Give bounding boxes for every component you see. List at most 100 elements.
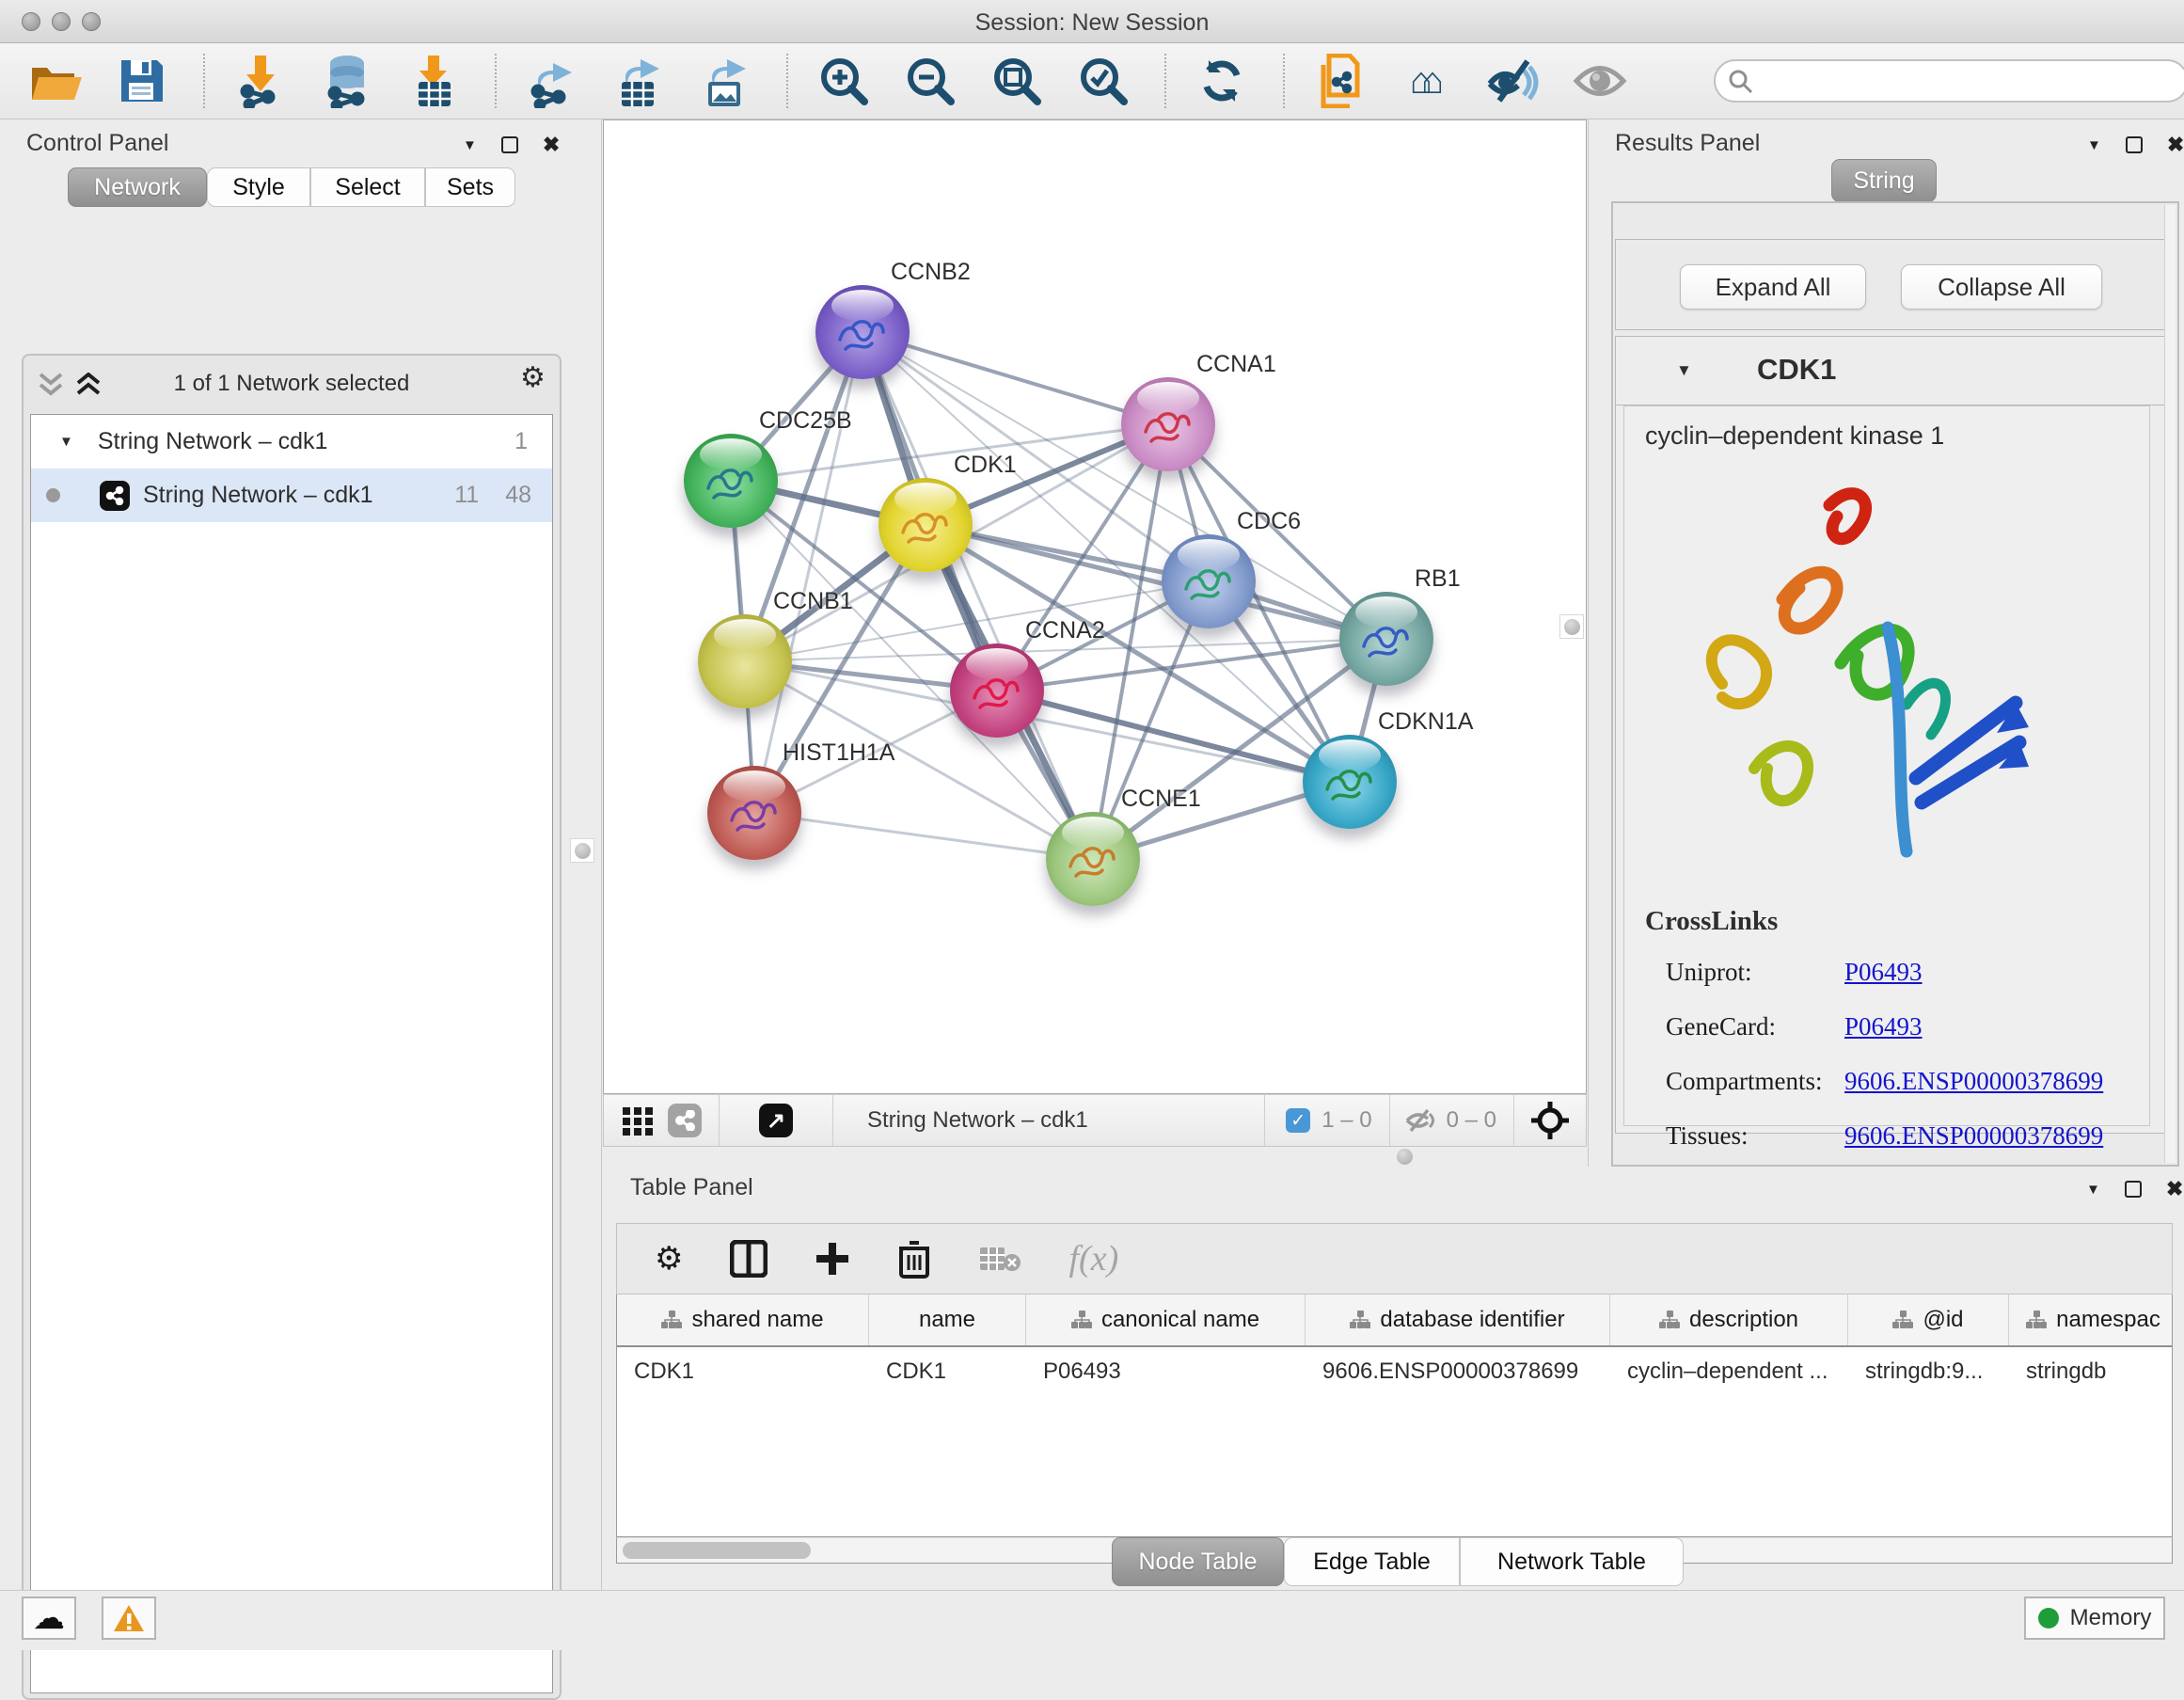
zoom-selected-icon[interactable] — [1074, 52, 1132, 110]
refresh-icon[interactable] — [1193, 52, 1251, 110]
table-cell[interactable]: P06493 — [1026, 1358, 1306, 1385]
show-graphics-details-icon[interactable] — [1571, 52, 1629, 110]
import-table-icon[interactable] — [404, 52, 463, 110]
column-header-canonical-name[interactable]: canonical name — [1026, 1295, 1306, 1345]
network-tree-root-row[interactable]: ▼ String Network – cdk1 1 — [31, 415, 552, 469]
right-splitter-handle[interactable] — [1559, 614, 1584, 639]
delete-table-icon[interactable] — [978, 1244, 1021, 1274]
tab-select[interactable]: Select — [310, 167, 425, 207]
collapse-all-button[interactable]: Collapse All — [1901, 264, 2102, 310]
entry-collapse-caret-icon[interactable]: ▼ — [1676, 361, 1692, 380]
crosslink-link[interactable]: 9606.ENSP00000378699 — [1844, 1067, 2103, 1096]
column-header-description[interactable]: description — [1610, 1295, 1848, 1345]
protein-structure-image — [1670, 468, 2065, 900]
import-network-from-database-icon[interactable] — [318, 52, 376, 110]
column-header-database-identifier[interactable]: database identifier — [1306, 1295, 1610, 1345]
hide-unhide-icon[interactable] — [1484, 52, 1543, 110]
export-table-icon[interactable] — [609, 52, 668, 110]
network-tree-child-row[interactable]: String Network – cdk1 11 48 — [31, 469, 552, 522]
save-session-icon[interactable] — [113, 52, 171, 110]
tree-expand-caret-icon[interactable]: ▼ — [59, 434, 73, 450]
table-cell[interactable]: 9606.ENSP00000378699 — [1306, 1358, 1610, 1385]
panel-menu-icon[interactable]: ▼ — [2086, 1182, 2100, 1198]
panel-close-icon[interactable]: ✖ — [2167, 133, 2184, 157]
panel-menu-icon[interactable]: ▼ — [2087, 137, 2101, 153]
panel-float-icon[interactable] — [2126, 136, 2143, 153]
horizontal-splitter-handle[interactable] — [1392, 1144, 1416, 1168]
column-header-name[interactable]: name — [869, 1295, 1026, 1345]
open-session-icon[interactable] — [26, 52, 85, 110]
export-network-icon[interactable] — [523, 52, 581, 110]
crosslink-link[interactable]: 9606.ENSP00000378699 — [1844, 1121, 2103, 1151]
network-canvas[interactable]: CCNB2 CCNA1 CDC25B CDK1 CDC6 RB1CCNB1 CC… — [603, 119, 1587, 1094]
tab-network-table[interactable]: Network Table — [1460, 1537, 1684, 1586]
table-options-gear-icon[interactable]: ⚙ — [655, 1240, 683, 1278]
network-node-cdc25b[interactable] — [684, 434, 778, 528]
tab-style[interactable]: Style — [207, 167, 310, 207]
panel-menu-icon[interactable]: ▼ — [463, 137, 477, 153]
network-node-cdc6[interactable] — [1162, 534, 1256, 628]
table-cell[interactable]: cyclin–dependent ... — [1610, 1358, 1848, 1385]
table-cell[interactable]: CDK1 — [869, 1358, 1026, 1385]
network-node-ccne1[interactable] — [1046, 812, 1140, 906]
show-columns-icon[interactable] — [730, 1240, 768, 1278]
string-results-box: Expand All Collapse All ▼ CDK1 cyclin–de… — [1611, 201, 2179, 1167]
string-view-icon[interactable] — [668, 1104, 702, 1137]
zoom-fit-icon[interactable] — [988, 52, 1046, 110]
open-in-window-icon[interactable]: ↗ — [759, 1104, 793, 1137]
column-header-shared-name[interactable]: shared name — [617, 1295, 869, 1345]
tab-string-results[interactable]: String — [1831, 159, 1937, 202]
zoom-in-icon[interactable] — [815, 52, 873, 110]
tab-network[interactable]: Network — [68, 167, 207, 207]
clone-network-icon[interactable] — [1311, 52, 1369, 110]
gene-entry-header[interactable]: ▼ CDK1 — [1616, 337, 2171, 405]
panel-float-icon[interactable] — [2125, 1181, 2142, 1198]
export-image-icon[interactable] — [696, 52, 754, 110]
hidden-eye-icon[interactable] — [1405, 1108, 1437, 1133]
tab-node-table[interactable]: Node Table — [1112, 1537, 1284, 1586]
panel-float-icon[interactable] — [501, 136, 518, 153]
network-node-ccnb2[interactable] — [815, 285, 910, 379]
selected-checkbox-icon[interactable]: ✓ — [1286, 1108, 1310, 1133]
node-label-cdc25b: CDC25B — [759, 407, 852, 435]
search-input[interactable] — [1714, 59, 2184, 103]
table-cell[interactable]: stringdb — [2009, 1358, 2173, 1385]
delete-column-icon[interactable] — [897, 1239, 931, 1279]
panel-close-icon[interactable]: ✖ — [543, 133, 560, 157]
network-node-hist1h1a[interactable] — [707, 766, 801, 860]
cloud-status-button[interactable]: ☁ — [22, 1597, 76, 1640]
add-column-icon[interactable] — [815, 1241, 850, 1277]
network-node-ccna2[interactable] — [950, 643, 1044, 738]
column-header-namespac[interactable]: namespac — [2009, 1295, 2173, 1345]
grid-view-icon[interactable] — [621, 1104, 655, 1137]
column-header--id[interactable]: @id — [1848, 1295, 2009, 1345]
crosslink-link[interactable]: P06493 — [1844, 1012, 1923, 1041]
network-node-ccna1[interactable] — [1121, 377, 1215, 471]
table-cell[interactable]: stringdb:9... — [1848, 1358, 2009, 1385]
zoom-out-icon[interactable] — [901, 52, 959, 110]
scrollbar-thumb[interactable] — [623, 1542, 811, 1559]
import-network-icon[interactable] — [231, 52, 290, 110]
function-builder-icon[interactable]: f(x) — [1068, 1238, 1118, 1279]
warnings-button[interactable] — [102, 1597, 156, 1640]
panel-close-icon[interactable]: ✖ — [2166, 1177, 2183, 1201]
birds-eye-view-icon[interactable] — [1529, 1100, 1571, 1141]
tab-edge-table[interactable]: Edge Table — [1284, 1537, 1460, 1586]
network-node-ccnb1[interactable] — [698, 614, 792, 708]
node-label-ccna2: CCNA2 — [1025, 617, 1105, 644]
tab-sets[interactable]: Sets — [425, 167, 515, 207]
network-node-cdk1[interactable] — [878, 478, 973, 572]
expand-all-button[interactable]: Expand All — [1680, 264, 1866, 310]
network-node-rb1[interactable] — [1339, 592, 1433, 686]
table-row[interactable]: CDK1CDK1P064939606.ENSP00000378699cyclin… — [617, 1347, 2172, 1396]
results-scrollbar[interactable] — [2164, 205, 2176, 1163]
node-table[interactable]: shared namenamecanonical namedatabase id… — [616, 1295, 2173, 1537]
string-home-icon[interactable]: ⌂⌂ — [1398, 52, 1456, 110]
table-cell[interactable]: CDK1 — [617, 1358, 869, 1385]
network-tree: ▼ String Network – cdk1 1 String Network… — [30, 414, 553, 1693]
crosslink-link[interactable]: P06493 — [1844, 958, 1923, 987]
memory-button[interactable]: Memory — [2024, 1597, 2165, 1640]
network-node-cdkn1a[interactable] — [1303, 735, 1397, 829]
left-splitter-handle[interactable] — [570, 838, 594, 863]
network-options-gear-icon[interactable]: ⚙ — [520, 361, 546, 394]
